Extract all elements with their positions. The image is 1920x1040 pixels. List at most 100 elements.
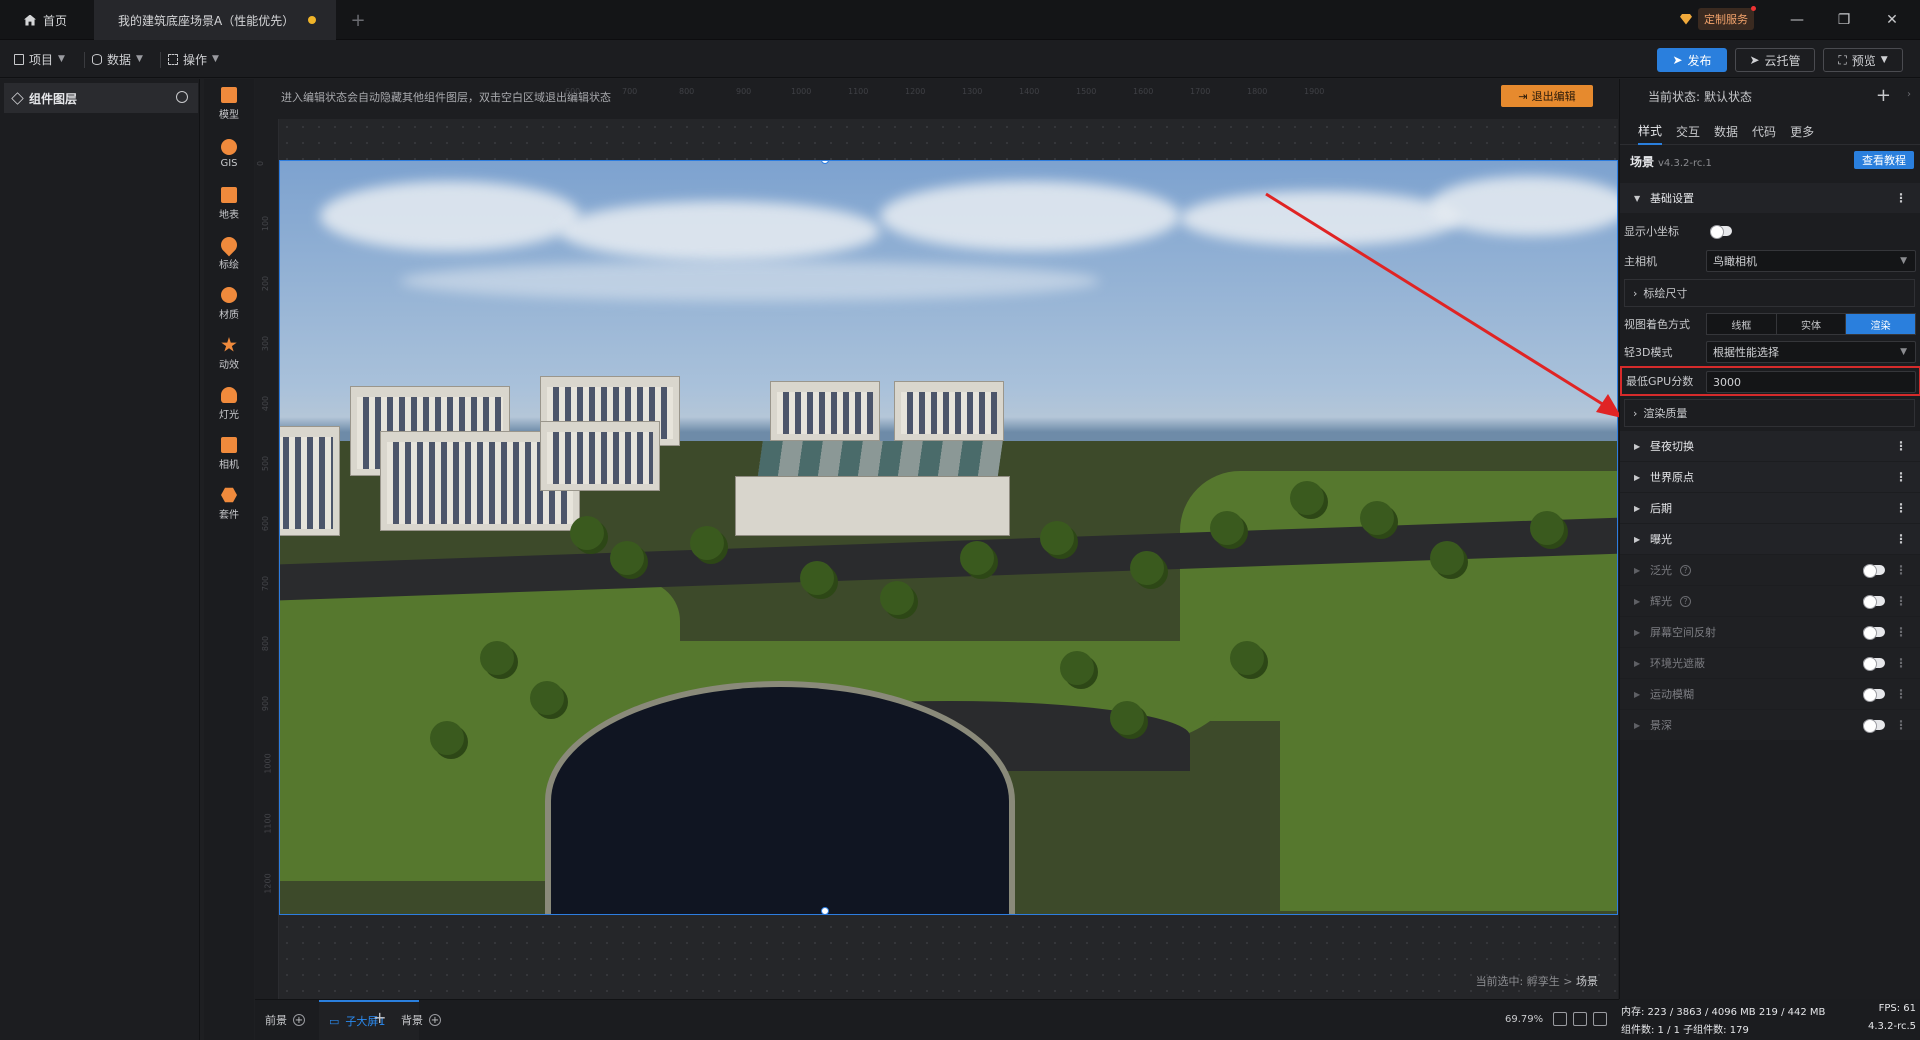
fit-screen-icon[interactable] [1553, 1012, 1567, 1026]
tool-effect[interactable]: 动效 [204, 329, 254, 379]
ssr-toggle[interactable] [1863, 626, 1885, 640]
subsection-render-quality[interactable]: › 渲染质量 [1624, 399, 1915, 427]
menu-data[interactable]: 数据 ▼ [92, 50, 143, 68]
section-ssr[interactable]: ▶ 屏幕空间反射 ⋮ [1620, 617, 1920, 647]
maximize-button[interactable]: ❐ [1829, 6, 1859, 34]
more-icon[interactable]: ⋮ [1895, 563, 1907, 577]
add-background-button[interactable]: + [429, 1014, 441, 1026]
section-day-night[interactable]: ▶ 昼夜切换 ⋮ [1620, 431, 1920, 461]
publish-button[interactable]: ➤ 发布 [1657, 48, 1727, 72]
tool-light[interactable]: 灯光 [204, 379, 254, 429]
tab-data[interactable]: 数据 [1714, 117, 1738, 145]
layer-panel-header[interactable]: 组件图层 [4, 83, 198, 113]
section-world-origin[interactable]: ▶ 世界原点 ⋮ [1620, 462, 1920, 492]
version-label: 4.3.2-rc.5 [1868, 1021, 1916, 1032]
more-icon[interactable]: ⋮ [1895, 687, 1907, 701]
tab-interaction[interactable]: 交互 [1676, 117, 1700, 145]
chevron-right-icon[interactable]: › [1907, 89, 1911, 100]
tool-plot[interactable]: 标绘 [204, 229, 254, 279]
bloom-toggle[interactable] [1863, 564, 1885, 578]
resize-handle[interactable] [821, 907, 829, 914]
section-post-processing[interactable]: ▶ 后期 ⋮ [1620, 493, 1920, 523]
tab-scene[interactable]: 我的建筑底座场景A（性能优先） [94, 0, 336, 40]
more-icon[interactable]: ⋮ [1895, 625, 1907, 639]
motion-blur-toggle[interactable] [1863, 688, 1885, 702]
light3d-label: 轻3D模式 [1624, 346, 1673, 359]
tool-kit[interactable]: 套件 [204, 479, 254, 529]
tab-home[interactable]: 首页 [12, 0, 92, 40]
tool-terrain[interactable]: 地表 [204, 179, 254, 229]
terminal-icon[interactable] [1593, 1012, 1607, 1026]
add-foreground-button[interactable]: + [293, 1014, 305, 1026]
file-icon [14, 53, 24, 65]
section-ambient-occlusion[interactable]: ▶ 环境光遮蔽 ⋮ [1620, 648, 1920, 678]
more-icon[interactable]: ⋮ [1895, 532, 1907, 546]
ao-toggle[interactable] [1863, 657, 1885, 671]
section-glow[interactable]: ▶ 辉光 ? ⋮ [1620, 586, 1920, 616]
close-button[interactable]: ✕ [1877, 6, 1907, 34]
preview-button[interactable]: ⛶ 预览 ▼ [1823, 48, 1903, 72]
tab-background[interactable]: 背景 + [401, 1012, 441, 1028]
cloud-host-button[interactable]: ➤ 云托管 [1735, 48, 1815, 72]
tool-model[interactable]: 模型 [204, 79, 254, 129]
section-depth-of-field[interactable]: ▶ 景深 ⋮ [1620, 710, 1920, 740]
shading-wireframe[interactable]: 线框 [1707, 314, 1777, 334]
cloud [400, 261, 1100, 301]
ruler-label: 600 [261, 515, 271, 532]
add-tab-button[interactable]: + [344, 0, 372, 40]
factory [735, 476, 1010, 536]
section-exposure[interactable]: ▶ 曝光 ⋮ [1620, 524, 1920, 554]
more-icon[interactable]: ⋮ [1895, 656, 1907, 670]
zoom-level[interactable]: 69.79% [1505, 1014, 1543, 1025]
state-value[interactable]: 默认状态 [1704, 88, 1752, 105]
ruler-label: 200 [261, 275, 271, 292]
toolbar: 项目 ▼ 数据 ▼ 操作 ▼ ➤ 发布 ➤ 云托管 ⛶ 预览 ▼ [0, 40, 1920, 78]
minimize-button[interactable]: — [1782, 6, 1812, 34]
ruler-label: 700 [261, 575, 271, 592]
tab-more[interactable]: 更多 [1790, 117, 1814, 145]
section-basic-settings[interactable]: ▼ 基础设置 ⋮ [1620, 183, 1920, 213]
resize-handle[interactable] [821, 161, 829, 164]
caret-right-icon: ▶ [1634, 472, 1641, 482]
ruler-left: 0 100 200 300 400 500 600 700 800 900 10… [255, 119, 279, 999]
view-tutorial-button[interactable]: 查看教程 [1854, 151, 1914, 169]
search-icon[interactable] [176, 91, 188, 103]
glow-toggle[interactable] [1863, 595, 1885, 609]
light3d-select[interactable]: 根据性能选择 ▼ [1706, 341, 1916, 363]
section-title: 屏幕空间反射 [1650, 626, 1716, 639]
more-icon[interactable]: ⋮ [1895, 501, 1907, 515]
keyboard-icon[interactable] [1573, 1012, 1587, 1026]
shading-render[interactable]: 渲染 [1846, 314, 1916, 334]
exit-edit-button[interactable]: ⇥ 退出编辑 [1501, 85, 1593, 107]
more-icon[interactable]: ⋮ [1895, 718, 1907, 732]
add-state-button[interactable]: + [1876, 85, 1891, 106]
help-icon[interactable]: ? [1680, 595, 1691, 607]
tab-style[interactable]: 样式 [1638, 117, 1663, 145]
main-camera-select[interactable]: 鸟瞰相机 ▼ [1706, 250, 1916, 272]
more-icon[interactable]: ⋮ [1895, 191, 1907, 205]
section-motion-blur[interactable]: ▶ 运动模糊 ⋮ [1620, 679, 1920, 709]
tool-camera[interactable]: 相机 [204, 429, 254, 479]
tab-code[interactable]: 代码 [1752, 117, 1776, 145]
dof-toggle[interactable] [1863, 719, 1885, 733]
breadcrumb-root[interactable]: 孵孪生 [1527, 975, 1560, 988]
grid-icon [168, 53, 178, 65]
show-axis-toggle[interactable] [1710, 225, 1732, 239]
more-icon[interactable]: ⋮ [1895, 594, 1907, 608]
shading-solid[interactable]: 实体 [1776, 314, 1847, 334]
tool-material[interactable]: 材质 [204, 279, 254, 329]
add-screen-button[interactable]: + [373, 1008, 386, 1027]
menu-operation[interactable]: 操作 ▼ [168, 50, 219, 68]
help-icon[interactable]: ? [1680, 564, 1691, 576]
subsection-plot-size[interactable]: › 标绘尺寸 [1624, 279, 1915, 307]
gpu-score-input[interactable]: 3000 [1706, 371, 1916, 393]
tool-gis[interactable]: GIS [204, 129, 254, 179]
menu-project-label: 项目 [29, 52, 54, 67]
more-icon[interactable]: ⋮ [1895, 470, 1907, 484]
more-icon[interactable]: ⋮ [1895, 439, 1907, 453]
section-bloom[interactable]: ▶ 泛光 ? ⋮ [1620, 555, 1920, 585]
tab-foreground[interactable]: 前景 + [265, 1012, 305, 1028]
preview-label: 预览 [1851, 53, 1876, 68]
menu-project[interactable]: 项目 ▼ [14, 50, 65, 68]
custom-service-button[interactable]: 定制服务 [1680, 6, 1756, 30]
